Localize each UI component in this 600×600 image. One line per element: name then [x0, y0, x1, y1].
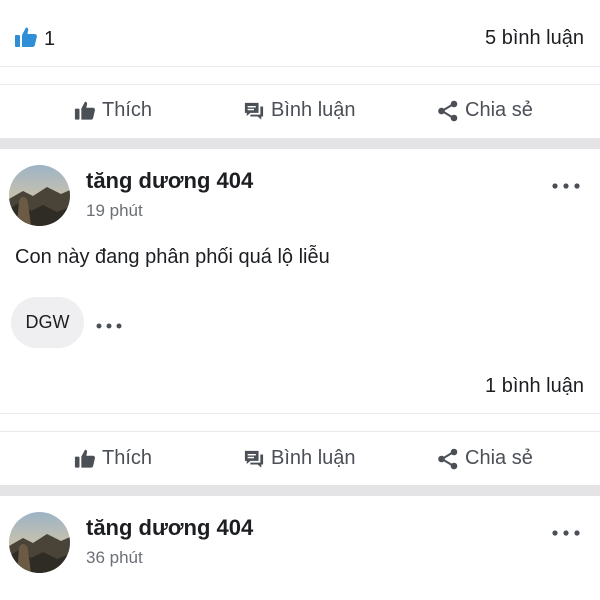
comment-button[interactable]: Bình luận [243, 447, 356, 470]
like-label: Thích [102, 99, 153, 121]
divider [0, 84, 600, 85]
like-button[interactable]: Thích [74, 99, 152, 122]
more-icon [96, 316, 122, 333]
like-label: Thích [102, 447, 153, 469]
comment-label: Bình luận [271, 447, 356, 469]
share-label: Chia sẻ [465, 447, 533, 469]
share-button[interactable]: Chia sẻ [437, 99, 533, 122]
like-button[interactable]: Thích [74, 447, 152, 470]
thumbs-up-icon [74, 448, 96, 469]
comment-label: Bình luận [271, 99, 356, 121]
comment-count-link[interactable]: 1 bình luận [485, 375, 584, 398]
speech-bubble-icon [243, 449, 265, 469]
stock-tag[interactable]: DGW [11, 297, 84, 348]
more-options-button[interactable] [552, 176, 580, 194]
post-author[interactable]: tăng dương 404 [86, 515, 253, 541]
tag-more-button[interactable] [96, 316, 122, 334]
more-options-button[interactable] [552, 523, 580, 541]
divider [0, 413, 600, 414]
divider [0, 66, 600, 67]
post-separator [0, 138, 600, 149]
post-text: Con này đang phân phối quá lộ liễu [15, 246, 330, 268]
share-label: Chia sẻ [465, 99, 533, 121]
divider [0, 431, 600, 432]
more-icon [552, 176, 580, 193]
post-author[interactable]: tăng dương 404 [86, 168, 253, 194]
avatar[interactable] [9, 165, 70, 226]
share-icon [437, 100, 459, 122]
share-button[interactable]: Chia sẻ [437, 447, 533, 470]
avatar[interactable] [9, 512, 70, 573]
comment-button[interactable]: Bình luận [243, 99, 356, 122]
share-icon [437, 448, 459, 470]
like-count: 1 [44, 28, 56, 50]
speech-bubble-icon [243, 101, 265, 121]
post-time: 19 phút [86, 201, 143, 220]
more-icon [552, 523, 580, 540]
post-time: 36 phút [86, 548, 143, 567]
post-separator [0, 485, 600, 496]
comment-count-link[interactable]: 5 bình luận [485, 27, 584, 50]
thumbs-up-icon [74, 100, 96, 121]
thumbs-up-icon [14, 26, 38, 53]
like-summary[interactable]: 1 [14, 26, 55, 53]
